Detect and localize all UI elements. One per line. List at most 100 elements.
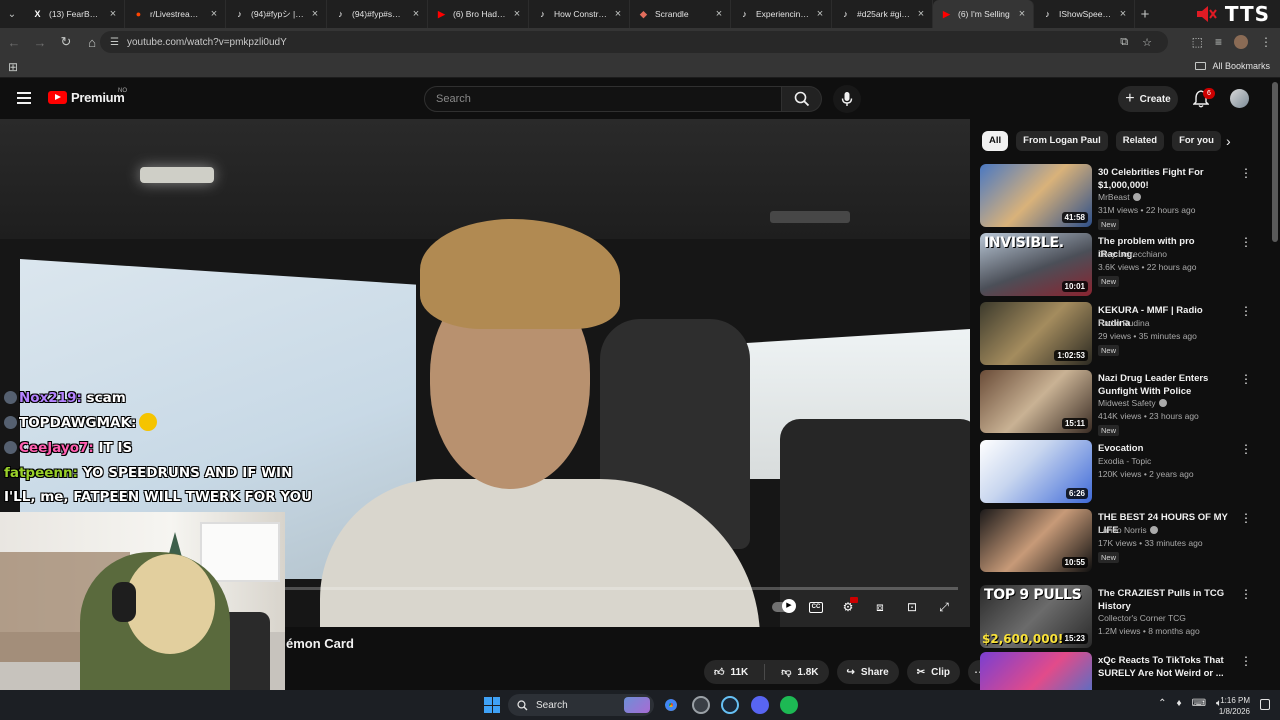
- settings-app-icon[interactable]: [692, 696, 710, 714]
- browser-tab[interactable]: ♪ (94)#fyp#spide ×: [327, 0, 428, 28]
- tab-close-icon[interactable]: ×: [108, 8, 118, 20]
- share-button[interactable]: ↪ Share: [836, 660, 899, 684]
- all-bookmarks-button[interactable]: All Bookmarks: [1195, 61, 1270, 71]
- chevron-right-icon[interactable]: ›: [1226, 133, 1231, 149]
- recommended-video-title[interactable]: xQc Reacts To TikToks That SURELY Are No…: [1098, 654, 1232, 680]
- video-thumbnail[interactable]: 6:26: [980, 440, 1092, 503]
- tab-close-icon[interactable]: ×: [714, 8, 724, 20]
- channel-name[interactable]: Joey Lotrecchiano: [1098, 249, 1238, 259]
- channel-name[interactable]: MrBeast: [1098, 192, 1238, 202]
- recommended-video[interactable]: 41:58 30 Celebrities Fight For $1,000,000…: [980, 164, 1260, 230]
- tray-overflow-chevron-icon[interactable]: ⌃: [1158, 698, 1166, 709]
- tab-close-icon[interactable]: ×: [512, 8, 522, 20]
- network-icon[interactable]: ⌨: [1192, 698, 1206, 709]
- channel-name[interactable]: Midwest Safety: [1098, 398, 1238, 408]
- more-options-icon[interactable]: ⋮: [1240, 511, 1252, 525]
- more-options-icon[interactable]: ⋮: [1240, 654, 1252, 668]
- account-avatar[interactable]: [1230, 89, 1249, 108]
- search-button[interactable]: [782, 86, 822, 112]
- fullscreen-button[interactable]: ⤢: [934, 599, 954, 615]
- profile-avatar[interactable]: [1234, 35, 1248, 49]
- tab-close-icon[interactable]: ×: [1017, 8, 1027, 20]
- recommended-video-title[interactable]: Nazi Drug Leader Enters Gunfight With Po…: [1098, 372, 1232, 398]
- more-options-icon[interactable]: ⋮: [1240, 442, 1252, 456]
- extensions-icon[interactable]: ⬚: [1192, 35, 1203, 49]
- more-options-icon[interactable]: ⋮: [1240, 166, 1252, 180]
- reading-list-icon[interactable]: ≡: [1215, 35, 1222, 49]
- dislike-button[interactable]: 👎︎ 1.8K: [771, 660, 828, 684]
- more-options-icon[interactable]: ⋮: [1240, 235, 1252, 249]
- browser-tab[interactable]: ♪ How Construct ×: [529, 0, 630, 28]
- reload-icon[interactable]: ↻: [54, 30, 78, 54]
- like-button[interactable]: 👍︎ 11K: [704, 660, 758, 684]
- site-info-icon[interactable]: ☰: [110, 37, 119, 48]
- browser-tab[interactable]: ♪ #d25ark #giftc ×: [832, 0, 933, 28]
- address-bar[interactable]: ☰ youtube.com/watch?v=pmkpzli0udY ⧉ ☆: [100, 31, 1168, 53]
- video-thumbnail[interactable]: 15:11: [980, 370, 1092, 433]
- page-scrollbar[interactable]: [1272, 82, 1278, 242]
- recommended-video[interactable]: 10:55 THE BEST 24 HOURS OF MY LIFE Lando N…: [980, 509, 1260, 575]
- notification-center-icon[interactable]: [1260, 699, 1270, 710]
- channel-name[interactable]: Exodia - Topic: [1098, 456, 1238, 466]
- channel-name[interactable]: Collector's Corner TCG: [1098, 613, 1238, 623]
- browser-tab[interactable]: ● r/LivestreamFa ×: [125, 0, 226, 28]
- clip-button[interactable]: ✂ Clip: [906, 660, 960, 684]
- settings-button[interactable]: ⚙: [838, 597, 858, 615]
- filter-chip[interactable]: For you: [1172, 131, 1221, 151]
- cast-button[interactable]: ⊡: [902, 599, 922, 615]
- recommended-video-title[interactable]: Evocation: [1098, 442, 1232, 455]
- browser-tab[interactable]: ♪ (94)#fypシ | Tik ×: [226, 0, 327, 28]
- tab-search-icon[interactable]: ⌄: [0, 0, 24, 28]
- microphone-tray-icon[interactable]: ♦: [1176, 698, 1181, 709]
- tab-close-icon[interactable]: ×: [209, 8, 219, 20]
- miniplayer-button[interactable]: ⧈: [870, 599, 890, 615]
- voice-search-button[interactable]: [833, 85, 861, 113]
- video-thumbnail[interactable]: INVISIBLE. 10:01: [980, 233, 1092, 296]
- filter-chip[interactable]: From Logan Paul: [1016, 131, 1108, 151]
- back-arrow-icon[interactable]: ←: [2, 30, 26, 54]
- tab-close-icon[interactable]: ×: [411, 8, 421, 20]
- install-app-icon[interactable]: ⧉: [1120, 36, 1128, 49]
- tab-close-icon[interactable]: ×: [815, 8, 825, 20]
- tab-close-icon[interactable]: ×: [1118, 8, 1128, 20]
- discord-icon[interactable]: [751, 696, 769, 714]
- guide-menu-icon[interactable]: [17, 92, 31, 104]
- chrome-icon[interactable]: [662, 696, 680, 714]
- steam-icon[interactable]: [721, 696, 739, 714]
- forward-arrow-icon[interactable]: →: [28, 30, 52, 54]
- video-thumbnail[interactable]: 41:58: [980, 164, 1092, 227]
- recommended-video[interactable]: 15:11 Nazi Drug Leader Enters Gunfight Wi…: [980, 370, 1260, 436]
- recommended-video-title[interactable]: 30 Celebrities Fight For $1,000,000!: [1098, 166, 1232, 192]
- browser-tab[interactable]: X (13) FearBuck ×: [24, 0, 125, 28]
- windows-start-button[interactable]: [484, 697, 500, 713]
- channel-name[interactable]: Lando Norris: [1098, 525, 1238, 535]
- system-clock[interactable]: 1:16 PM 1/8/2026: [1219, 695, 1250, 717]
- filter-chip[interactable]: All: [982, 131, 1009, 151]
- tab-close-icon[interactable]: ×: [613, 8, 623, 20]
- browser-tab[interactable]: ◆ Scrandle ×: [630, 0, 731, 28]
- search-input[interactable]: Search: [424, 86, 782, 112]
- apps-grid-icon[interactable]: ⊞: [8, 60, 18, 74]
- bookmark-star-icon[interactable]: ☆: [1142, 36, 1152, 49]
- browser-menu-icon[interactable]: ⋮: [1260, 35, 1272, 49]
- recommended-video[interactable]: INVISIBLE. 10:01 The problem with pro iRac…: [980, 233, 1260, 299]
- browser-tab[interactable]: ♪ Experiencing G ×: [731, 0, 832, 28]
- recommended-video-title[interactable]: The CRAZIEST Pulls in TCG History: [1098, 587, 1232, 613]
- youtube-logo[interactable]: Premium: [48, 90, 125, 105]
- more-options-icon[interactable]: ⋮: [1240, 587, 1252, 601]
- autoplay-toggle[interactable]: [772, 599, 796, 613]
- spotify-icon[interactable]: [780, 696, 798, 714]
- browser-tab[interactable]: ♪ IShowSpeed m ×: [1034, 0, 1135, 28]
- browser-tab[interactable]: ▶ (6) I'm Selling ×: [933, 0, 1034, 28]
- create-button[interactable]: + Create: [1118, 86, 1178, 112]
- video-thumbnail[interactable]: TOP 9 PULLS $2,600,000! 15:23: [980, 585, 1092, 648]
- recommended-video[interactable]: 6:26 Evocation Exodia - Topic 120K views • …: [980, 440, 1260, 506]
- video-thumbnail[interactable]: 10:55: [980, 509, 1092, 572]
- more-options-icon[interactable]: ⋮: [1240, 304, 1252, 318]
- tab-close-icon[interactable]: ×: [310, 8, 320, 20]
- channel-name[interactable]: Radio Rudina: [1098, 318, 1238, 328]
- recommended-video[interactable]: 1:02:53 KEKURA - MMF | Radio Rudina Radio …: [980, 302, 1260, 368]
- filter-chip[interactable]: Related: [1115, 131, 1165, 151]
- more-options-icon[interactable]: ⋮: [1240, 372, 1252, 386]
- subtitles-button[interactable]: CC: [806, 599, 826, 615]
